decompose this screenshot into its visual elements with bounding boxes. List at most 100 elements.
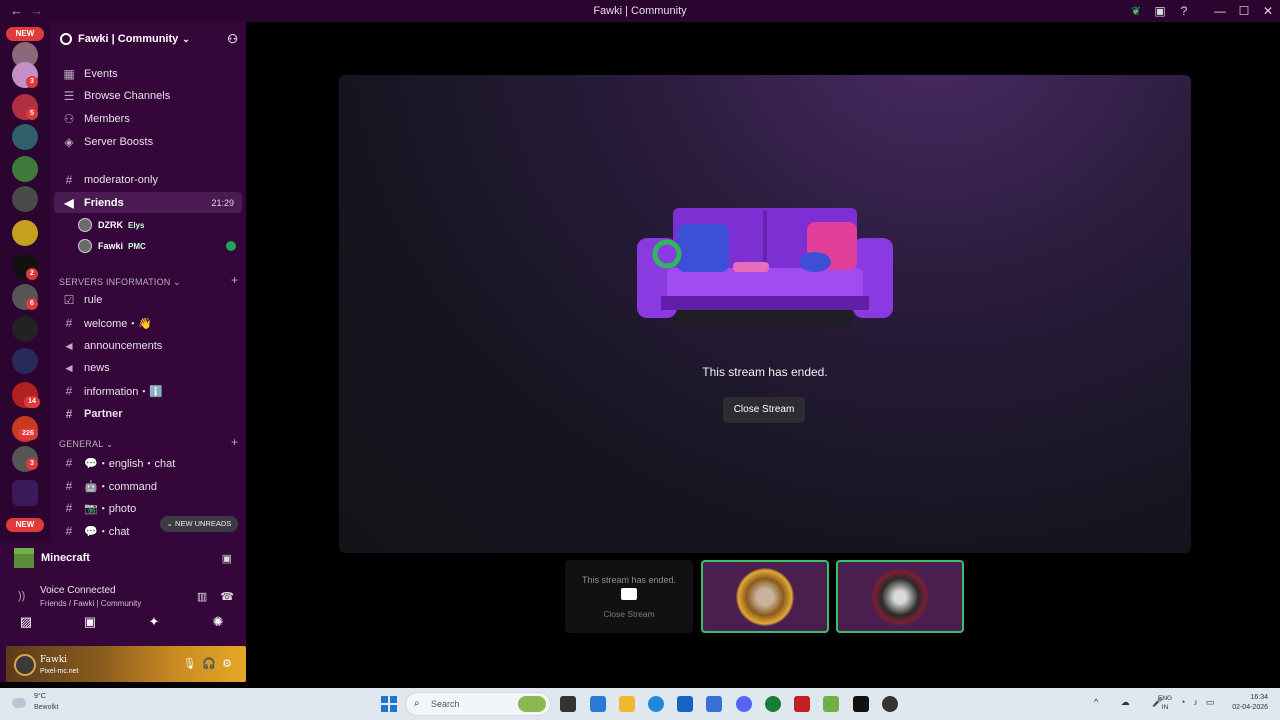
channel-moderator-only[interactable]: # moderator-only bbox=[54, 169, 242, 190]
channel-information[interactable]: # information・ℹ️ bbox=[54, 380, 242, 401]
discord-icon[interactable] bbox=[736, 696, 752, 712]
channel-command[interactable]: # 🤖・command bbox=[54, 475, 242, 496]
camera-off-icon[interactable]: ▨ bbox=[12, 614, 40, 630]
channel-english-chat[interactable]: # 💬・english・chat bbox=[54, 452, 242, 473]
channel-photo[interactable]: # 📷・photo bbox=[54, 497, 242, 518]
server-icon[interactable] bbox=[12, 348, 38, 374]
edge-icon[interactable] bbox=[648, 696, 664, 712]
nav-label: Server Boosts bbox=[84, 135, 154, 148]
add-channel-icon[interactable]: + bbox=[231, 435, 238, 449]
task-view-icon[interactable] bbox=[560, 696, 576, 712]
activity-status[interactable]: Minecraft bbox=[14, 548, 90, 568]
hash-icon: # bbox=[65, 523, 73, 538]
channel-sidebar: Fawki | Community ⌄ ⚇ ▦ Events ☰ Browse Ch… bbox=[50, 22, 246, 542]
channel-partner[interactable]: # Partner bbox=[54, 403, 242, 424]
user-bar: Fawki Pixel-mc.net 🎙🎧⚙ bbox=[6, 646, 246, 682]
app-icon[interactable] bbox=[882, 696, 898, 712]
server-icon[interactable] bbox=[12, 124, 38, 150]
folder-icon[interactable] bbox=[12, 480, 38, 506]
voice-channel-friends[interactable]: ◀ Friends 21:29 bbox=[54, 192, 242, 213]
channel-name: welcome・👋 bbox=[84, 317, 153, 330]
hash-icon: # bbox=[65, 315, 73, 330]
leaf-icon[interactable]: ❦ bbox=[1124, 4, 1148, 18]
nav-members[interactable]: ⚇ Members bbox=[54, 108, 242, 129]
user-name[interactable]: Fawki bbox=[40, 655, 67, 665]
gear-icon[interactable]: ⚙ bbox=[222, 658, 238, 670]
inbox-icon[interactable]: ▣ bbox=[1148, 4, 1172, 18]
app-icon[interactable] bbox=[794, 696, 810, 712]
maximize-button[interactable]: ☐ bbox=[1232, 4, 1256, 18]
channel-name: 📷・photo bbox=[84, 502, 137, 515]
nav-browse-channels[interactable]: ☰ Browse Channels bbox=[54, 85, 242, 106]
voice-user-name: Fawki bbox=[98, 241, 124, 251]
language-indicator[interactable]: ENG IN bbox=[1158, 694, 1172, 712]
avatar[interactable] bbox=[14, 654, 36, 676]
unread-badge: 6 bbox=[26, 298, 38, 310]
hash-icon: # bbox=[65, 383, 73, 398]
voice-location[interactable]: Friends / Fawki | Community bbox=[40, 599, 141, 608]
voice-user-name: DZRK bbox=[98, 220, 123, 230]
new-pill[interactable]: NEW bbox=[6, 27, 44, 41]
weather-condition: Bewolkt bbox=[34, 704, 59, 711]
network-volume-icons[interactable]: ◔♪▭ bbox=[1180, 697, 1222, 708]
server-icon[interactable] bbox=[12, 186, 38, 212]
megaphone-icon: ◄ bbox=[63, 360, 75, 375]
new-pill[interactable]: NEW bbox=[6, 518, 44, 532]
server-badge-icon bbox=[60, 33, 72, 45]
channel-announcements[interactable]: ◄ announcements bbox=[54, 335, 242, 356]
start-button[interactable] bbox=[381, 696, 397, 712]
invite-icon[interactable]: ⚇ bbox=[227, 32, 238, 46]
store-icon[interactable] bbox=[677, 696, 693, 712]
file-explorer-icon[interactable] bbox=[619, 696, 635, 712]
screen-share-icon[interactable]: ▣ bbox=[76, 614, 104, 630]
tiktok-icon[interactable] bbox=[853, 696, 869, 712]
headphones-icon[interactable]: 🎧 bbox=[202, 658, 222, 670]
clock-date: 02-04-2026 bbox=[1232, 704, 1268, 711]
close-stream-button[interactable]: Close Stream bbox=[723, 397, 805, 423]
channel-rule[interactable]: ☑ rule bbox=[54, 289, 242, 310]
tile-close-stream[interactable]: Close Stream bbox=[565, 609, 693, 619]
server-icon[interactable] bbox=[12, 156, 38, 182]
channel-name: information・ℹ️ bbox=[84, 385, 164, 398]
server-icon[interactable] bbox=[12, 316, 38, 342]
voice-user[interactable]: Fawki PMC bbox=[78, 236, 242, 256]
server-header[interactable]: Fawki | Community ⌄ ⚇ bbox=[50, 22, 246, 56]
activities-icon[interactable]: ✦ bbox=[140, 614, 168, 630]
channel-news[interactable]: ◄ news bbox=[54, 357, 242, 378]
taskbar: 9°C Bewolkt ⌕ Search ^ ☁ 🎤 ENG IN ◔♪▭ 16:… bbox=[0, 688, 1280, 720]
voice-user-tag: PMC bbox=[128, 241, 146, 251]
hash-icon: # bbox=[65, 172, 73, 187]
voice-user[interactable]: DZRK Elys bbox=[78, 215, 242, 235]
new-unreads-pill[interactable]: ⌄ NEW UNREADS bbox=[160, 516, 238, 532]
hash-icon: # bbox=[65, 478, 73, 493]
window-title: Fawki | Community bbox=[593, 5, 687, 17]
signal-icon[interactable]: )) bbox=[18, 590, 25, 602]
stream-tile[interactable]: This stream has ended. Close Stream bbox=[565, 560, 693, 633]
category-general[interactable]: GENERAL ⌄ bbox=[59, 439, 114, 450]
microphone-icon[interactable]: 🎙 bbox=[182, 658, 202, 670]
nav-events[interactable]: ▦ Events bbox=[54, 63, 242, 84]
disconnect-icon[interactable]: ☎ bbox=[220, 591, 234, 603]
weather-widget[interactable]: 9°C Bewolkt bbox=[10, 693, 70, 715]
minimize-button[interactable]: — bbox=[1208, 4, 1232, 18]
copilot-icon[interactable] bbox=[590, 696, 606, 712]
noise-suppression-icon[interactable]: ▥ bbox=[197, 591, 207, 603]
voice-controls: ▥ ☎ bbox=[197, 590, 234, 603]
help-icon[interactable]: ? bbox=[1172, 4, 1196, 18]
category-servers-information[interactable]: SERVERS INFORMATION ⌄ bbox=[59, 277, 181, 288]
voice-status[interactable]: Voice Connected bbox=[40, 585, 116, 596]
outlook-icon[interactable] bbox=[706, 696, 722, 712]
nav-server-boosts[interactable]: ◈ Server Boosts bbox=[54, 131, 242, 152]
soundboard-icon[interactable]: ✺ bbox=[204, 614, 232, 630]
participant-tile[interactable] bbox=[836, 560, 964, 633]
participant-tile[interactable] bbox=[701, 560, 829, 633]
add-channel-icon[interactable]: + bbox=[231, 273, 238, 287]
taskbar-search[interactable]: ⌕ Search bbox=[405, 692, 551, 716]
server-icon[interactable] bbox=[12, 220, 38, 246]
close-button[interactable]: ✕ bbox=[1256, 4, 1280, 18]
xbox-icon[interactable] bbox=[765, 696, 781, 712]
clock[interactable]: 16:34 02-04-2026 bbox=[1222, 693, 1268, 713]
channel-welcome[interactable]: # welcome・👋 bbox=[54, 312, 242, 333]
activity-card-icon[interactable]: ▣ bbox=[222, 552, 232, 565]
minecraft-icon[interactable] bbox=[823, 696, 839, 712]
